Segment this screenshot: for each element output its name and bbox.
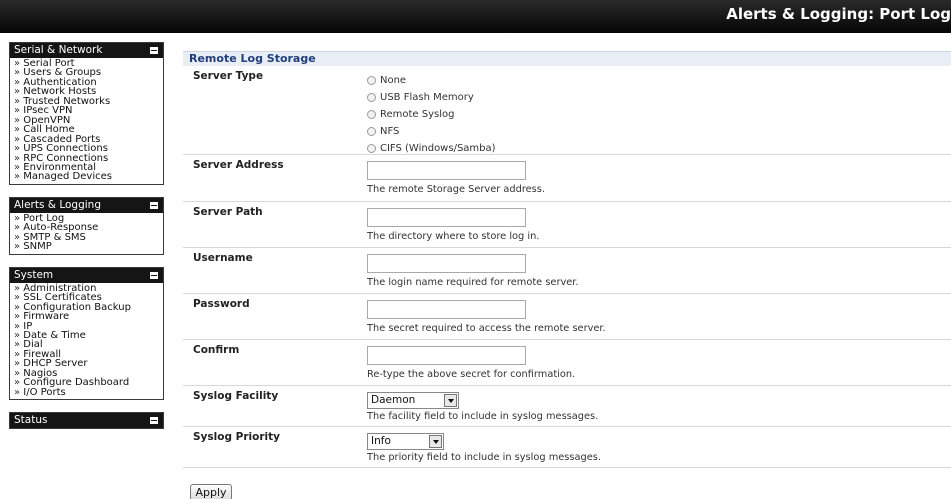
server-path-row: Server Path The directory where to store…: [183, 202, 951, 248]
sidebar: Serial & Network » Serial Port » Users &…: [9, 42, 164, 439]
radio-icon[interactable]: [367, 93, 376, 102]
top-bar: Alerts & Logging: Port Log: [0, 0, 951, 33]
server-type-label: Server Type: [193, 70, 264, 82]
collapse-icon[interactable]: [150, 271, 158, 279]
password-label: Password: [193, 298, 250, 310]
collapse-icon[interactable]: [150, 201, 158, 209]
radio-usb-flash-memory[interactable]: USB Flash Memory: [367, 89, 496, 106]
section-title: Remote Log Storage: [183, 51, 951, 66]
confirm-row: Confirm Re-type the above secret for con…: [183, 340, 951, 386]
server-path-label: Server Path: [193, 206, 263, 218]
sidebar-item-io-ports[interactable]: » I/O Ports: [14, 387, 163, 397]
password-input[interactable]: [367, 300, 526, 319]
collapse-icon[interactable]: [150, 417, 158, 425]
radio-none[interactable]: None: [367, 72, 496, 89]
username-row: Username The login name required for rem…: [183, 248, 951, 294]
server-address-row: Server Address The remote Storage Server…: [183, 155, 951, 202]
menu-header[interactable]: Status: [10, 413, 163, 429]
syslog-priority-label: Syslog Priority: [193, 431, 280, 443]
radio-nfs[interactable]: NFS: [367, 123, 496, 140]
syslog-facility-value: Daemon: [371, 394, 416, 406]
syslog-priority-select[interactable]: Info: [367, 433, 444, 450]
radio-icon[interactable]: [367, 76, 376, 85]
menu-status: Status: [9, 412, 164, 430]
server-address-input[interactable]: [367, 161, 526, 180]
confirm-label: Confirm: [193, 344, 240, 356]
chevron-down-icon[interactable]: [429, 435, 442, 448]
sidebar-item-managed-devices[interactable]: » Managed Devices: [14, 172, 163, 182]
radio-icon[interactable]: [367, 110, 376, 119]
apply-button[interactable]: Apply: [190, 484, 232, 499]
server-path-input[interactable]: [367, 208, 526, 227]
radio-icon[interactable]: [367, 127, 376, 136]
syslog-priority-row: Syslog Priority Info The priority field …: [183, 427, 951, 468]
password-help: The secret required to access the remote…: [367, 323, 606, 334]
password-row: Password The secret required to access t…: [183, 294, 951, 340]
sidebar-item-firmware[interactable]: » Firmware: [14, 312, 163, 322]
syslog-facility-help: The facility field to include in syslog …: [367, 411, 599, 422]
menu-system: System » Administration » SSL Certificat…: [9, 266, 164, 401]
syslog-facility-row: Syslog Facility Daemon The facility fiel…: [183, 386, 951, 427]
menu-header-label: Alerts & Logging: [14, 198, 101, 211]
menu-header-label: Serial & Network: [14, 44, 103, 56]
syslog-facility-label: Syslog Facility: [193, 390, 279, 402]
confirm-help: Re-type the above secret for confirmatio…: [367, 369, 576, 380]
menu-header[interactable]: System: [10, 267, 163, 283]
server-type-row: Server Type None USB Flash Memory Remote…: [183, 66, 951, 155]
username-label: Username: [193, 252, 253, 264]
username-help: The login name required for remote serve…: [367, 277, 579, 288]
radio-icon[interactable]: [367, 144, 376, 153]
radio-remote-syslog[interactable]: Remote Syslog: [367, 106, 496, 123]
syslog-facility-select[interactable]: Daemon: [367, 392, 459, 409]
collapse-icon[interactable]: [150, 47, 158, 54]
username-input[interactable]: [367, 254, 526, 273]
menu-serial-network: Serial & Network » Serial Port » Users &…: [9, 42, 164, 185]
server-path-help: The directory where to store log in.: [367, 231, 540, 242]
syslog-priority-value: Info: [371, 435, 391, 447]
confirm-input[interactable]: [367, 346, 526, 365]
chevron-down-icon[interactable]: [444, 394, 457, 407]
main-content: Remote Log Storage Server Type None USB …: [183, 51, 951, 468]
syslog-priority-help: The priority field to include in syslog …: [367, 452, 601, 463]
menu-header[interactable]: Alerts & Logging: [10, 197, 163, 213]
server-address-help: The remote Storage Server address.: [367, 184, 545, 195]
sidebar-item-snmp[interactable]: » SNMP: [14, 242, 163, 252]
menu-alerts-logging: Alerts & Logging » Port Log » Auto-Respo…: [9, 196, 164, 255]
menu-header[interactable]: Serial & Network: [10, 43, 163, 58]
menu-header-label: Status: [14, 414, 48, 427]
page-title: Alerts & Logging: Port Log: [726, 5, 951, 23]
menu-header-label: System: [14, 268, 54, 281]
server-address-label: Server Address: [193, 159, 284, 171]
